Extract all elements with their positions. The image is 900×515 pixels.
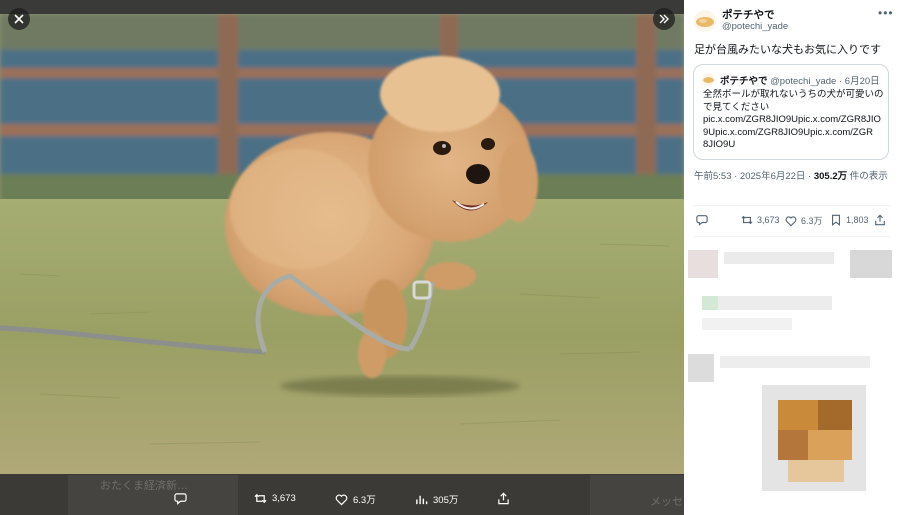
- views-button[interactable]: 305万: [415, 492, 458, 506]
- tweet-text: 足が台風みたいな犬もお気に入りです: [694, 44, 881, 56]
- quote-link-line[interactable]: 8JIO9U: [703, 139, 885, 152]
- media-viewer: おたくま経済新… メッセ 3,673 6.3万 305万: [0, 0, 684, 515]
- blurred-image-tile: [778, 400, 818, 430]
- quoted-tweet[interactable]: ポテチやで @potechi_yade · 6月20日 全然ボールが取れないうち…: [693, 64, 889, 160]
- heart-icon: [335, 494, 348, 505]
- reply-stat[interactable]: [696, 214, 708, 226]
- retweet-icon: [741, 215, 753, 225]
- avatar[interactable]: [694, 10, 716, 32]
- blurred-text: [702, 318, 792, 330]
- divider: [693, 236, 891, 237]
- expand-panel-button[interactable]: [653, 8, 675, 30]
- blurred-image-tile: [808, 430, 852, 460]
- quote-link-line[interactable]: pic.x.com/ZGR8JIO9Upic.x.com/ZGR8JIO: [703, 114, 885, 127]
- blurred-image-tile: [788, 460, 844, 482]
- quote-line: で見てください: [703, 101, 770, 113]
- heart-icon: [785, 215, 797, 227]
- quote-header: ポテチやで @potechi_yade · 6月20日: [720, 73, 880, 87]
- quote-link-line[interactable]: 9Upic.x.com/ZGR8JIO9Upic.x.com/ZGR: [703, 127, 885, 140]
- retweet-button[interactable]: 3,673: [254, 492, 296, 505]
- like-stat-count: 6.3万: [801, 216, 823, 226]
- tweet-meta: 午前5:53 · 2025年6月22日 · 305.2万 件の表示: [694, 170, 894, 184]
- ghost-text-left: おたくま経済新…: [100, 480, 188, 492]
- share-icon: [498, 492, 509, 505]
- bookmark-stat-count: 1,803: [846, 215, 869, 225]
- quote-body: 全然ボールが取れないうちの犬が可愛いの で見てください pic.x.com/ZG…: [703, 89, 885, 152]
- close-button[interactable]: [8, 8, 30, 30]
- like-stat[interactable]: 6.3万: [785, 214, 823, 227]
- tweet-views-label: 件の表示: [847, 171, 888, 182]
- ghost-text-right: メッセ: [650, 496, 683, 508]
- more-options-icon[interactable]: •••: [878, 6, 894, 20]
- blurred-image-tile: [818, 400, 852, 430]
- quote-author-name: ポテチやで: [720, 76, 768, 87]
- like-button[interactable]: 6.3万: [335, 492, 376, 506]
- views-icon: [416, 495, 428, 504]
- avatar-image: [694, 10, 716, 32]
- blurred-text: [702, 296, 832, 310]
- blurred-avatar: [688, 354, 714, 382]
- chevrons-right-icon: [659, 14, 669, 24]
- retweet-stat[interactable]: 3,673: [741, 214, 780, 226]
- tweet-stats-bar: 3,673 6.3万 1,803: [684, 214, 900, 232]
- close-icon: [14, 14, 24, 24]
- tweet-views-count: 305.2万: [813, 171, 848, 182]
- blurred-image-tile: [778, 430, 808, 460]
- share-icon: [875, 214, 885, 226]
- quote-avatar-image: [702, 73, 715, 86]
- quote-author-handle: @potechi_yade: [770, 76, 837, 87]
- retweet-count: 3,673: [272, 493, 296, 504]
- bookmark-icon: [832, 214, 840, 226]
- dog-photo-image: [0, 14, 684, 474]
- comment-icon: [174, 493, 187, 505]
- viewer-top-strip: [0, 0, 684, 14]
- tweet-panel: ポテチやで @potechi_yade ••• 足が台風みたいな犬もお気に入りで…: [684, 0, 900, 515]
- author-handle[interactable]: @potechi_yade: [722, 21, 788, 32]
- blurred-avatar: [688, 250, 718, 278]
- like-count: 6.3万: [353, 495, 376, 506]
- blurred-avatar: [702, 296, 718, 310]
- quote-line: 全然ボールが取れないうちの犬が可愛いの: [703, 89, 884, 100]
- share-button[interactable]: [497, 492, 510, 505]
- retweet-stat-count: 3,673: [757, 215, 780, 225]
- blurred-thumb: [850, 250, 892, 278]
- divider: [693, 205, 891, 206]
- blurred-text: [720, 356, 870, 368]
- share-stat[interactable]: [874, 214, 886, 226]
- views-count: 305万: [433, 495, 459, 506]
- dog-photo[interactable]: [0, 14, 684, 474]
- blurred-text: [724, 252, 834, 264]
- quote-date: 6月20日: [844, 76, 880, 87]
- reply-button[interactable]: [174, 492, 187, 505]
- quote-avatar: [702, 73, 715, 86]
- tweet-timestamp[interactable]: 午前5:53 · 2025年6月22日 ·: [694, 171, 814, 182]
- author-name[interactable]: ポテチやで: [722, 7, 775, 22]
- retweet-icon: [254, 493, 267, 504]
- bookmark-stat[interactable]: 1,803: [830, 214, 869, 226]
- comment-icon: [696, 215, 708, 226]
